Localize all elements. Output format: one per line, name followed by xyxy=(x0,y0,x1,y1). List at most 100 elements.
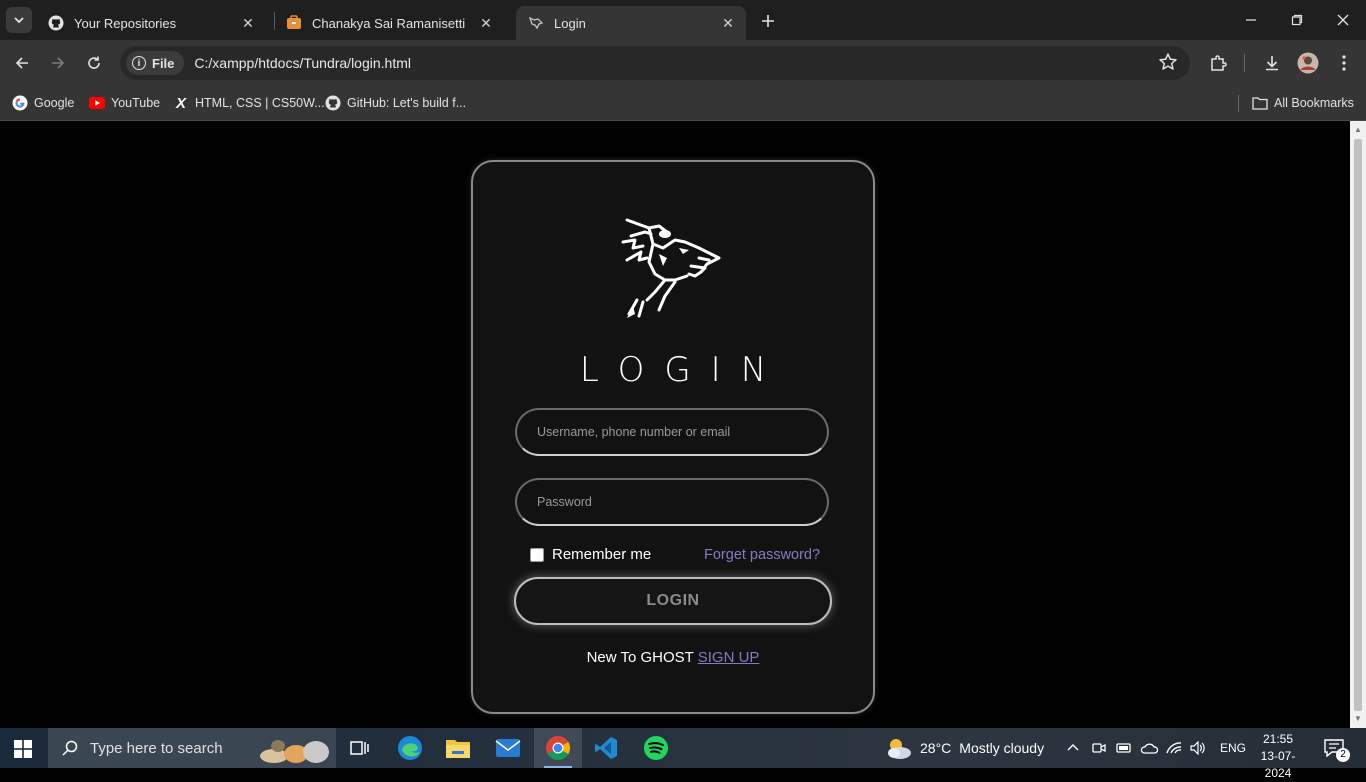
scroll-down-arrow-icon[interactable]: ▼ xyxy=(1353,714,1363,724)
minimize-icon xyxy=(1246,19,1256,21)
youtube-icon xyxy=(89,95,105,111)
volume-icon[interactable] xyxy=(1190,741,1206,755)
taskbar-file-explorer[interactable] xyxy=(434,728,482,768)
login-card: LOGIN Username, phone number or email Pa… xyxy=(471,160,875,714)
vscode-icon xyxy=(595,737,617,759)
username-input[interactable]: Username, phone number or email xyxy=(515,408,829,456)
chevron-down-icon xyxy=(14,17,24,24)
taskbar-edge[interactable] xyxy=(386,728,434,768)
github-icon xyxy=(325,95,341,111)
tab-login[interactable]: Login ✕ xyxy=(516,6,746,40)
scroll-up-arrow-icon[interactable]: ▲ xyxy=(1353,125,1363,135)
login-heading: LOGIN xyxy=(579,350,787,390)
spotify-icon xyxy=(644,736,668,760)
bookmark-star-button[interactable] xyxy=(1158,52,1178,77)
menu-button[interactable] xyxy=(1330,49,1358,77)
bookmark-google[interactable]: Google xyxy=(12,93,74,113)
reload-button[interactable] xyxy=(80,49,108,77)
all-bookmarks-button[interactable]: All Bookmarks xyxy=(1252,93,1354,113)
notification-count-badge: 2 xyxy=(1336,748,1350,762)
close-tab-icon[interactable]: ✕ xyxy=(238,13,258,33)
taskbar-chrome[interactable] xyxy=(534,728,582,768)
password-placeholder: Password xyxy=(537,495,592,509)
url-text[interactable]: C:/xampp/htdocs/Tundra/login.html xyxy=(194,55,411,71)
site-info-chip[interactable]: i File xyxy=(126,51,185,75)
extensions-button[interactable] xyxy=(1204,49,1232,77)
edge-icon xyxy=(398,736,422,760)
tab-your-repositories[interactable]: Your Repositories ✕ xyxy=(36,6,266,40)
bookmarks-bar: Google YouTube X HTML, CSS | CS50W... Gi… xyxy=(0,86,1366,121)
chevron-up-icon[interactable] xyxy=(1066,741,1080,755)
wolf-logo-icon xyxy=(621,218,721,318)
taskbar-vscode[interactable] xyxy=(582,728,630,768)
close-window-button[interactable] xyxy=(1320,0,1366,40)
login-button[interactable]: LOGIN xyxy=(514,577,832,625)
browser-toolbar: i File C:/xampp/htdocs/Tundra/login.html xyxy=(0,40,1366,86)
meet-now-icon[interactable] xyxy=(1092,741,1106,755)
tab-title: Login xyxy=(554,15,586,31)
system-tray: ENG xyxy=(1066,728,1246,768)
all-bookmarks-label: All Bookmarks xyxy=(1274,96,1354,110)
bookmark-label: HTML, CSS | CS50W... xyxy=(195,96,325,110)
taskbar-clock[interactable]: 21:55 13-07-2024 xyxy=(1250,731,1306,782)
back-button[interactable] xyxy=(8,49,36,77)
password-input[interactable]: Password xyxy=(515,478,829,526)
bookmark-cs50w[interactable]: X HTML, CSS | CS50W... xyxy=(173,93,325,113)
windows-taskbar: Type here to search 28°C Mostly cloudy E… xyxy=(0,728,1366,780)
forward-button[interactable] xyxy=(44,49,72,77)
cloudy-weather-icon xyxy=(888,739,911,759)
vertical-scrollbar[interactable]: ▲ ▼ xyxy=(1350,121,1366,728)
notification-center-button[interactable]: 2 xyxy=(1324,728,1350,768)
bookmark-label: YouTube xyxy=(111,96,161,110)
tab-chanakya[interactable]: Chanakya Sai Ramanisetti ✕ xyxy=(274,6,504,40)
signup-link[interactable]: SIGN UP xyxy=(698,649,760,666)
tab-title: Chanakya Sai Ramanisetti xyxy=(312,15,466,31)
new-tab-button[interactable] xyxy=(756,9,780,33)
tab-strip: Your Repositories ✕ Chanakya Sai Ramanis… xyxy=(0,0,1366,40)
taskbar-spotify[interactable] xyxy=(632,728,680,768)
restore-icon xyxy=(1291,14,1303,26)
remember-me-checkbox[interactable] xyxy=(530,547,544,562)
task-view-button[interactable] xyxy=(336,728,384,768)
folder-icon xyxy=(1252,95,1268,111)
language-indicator[interactable]: ENG xyxy=(1220,741,1246,755)
bookmark-github[interactable]: GitHub: Let's build f... xyxy=(325,93,466,113)
taskbar-mail[interactable] xyxy=(484,728,532,768)
bookmark-youtube[interactable]: YouTube xyxy=(89,93,160,113)
x-icon: X xyxy=(175,94,186,112)
info-icon: i xyxy=(132,56,146,70)
close-tab-icon[interactable]: ✕ xyxy=(476,13,496,33)
scrollbar-thumb[interactable] xyxy=(1354,139,1362,711)
tab-search-button[interactable] xyxy=(6,7,32,33)
profile-button[interactable] xyxy=(1294,49,1322,77)
folder-icon xyxy=(446,740,470,758)
address-bar[interactable]: i File C:/xampp/htdocs/Tundra/login.html xyxy=(120,46,1190,80)
clock-time: 21:55 xyxy=(1262,732,1294,746)
close-tab-icon[interactable]: ✕ xyxy=(718,13,738,33)
weather-widget[interactable]: 28°C Mostly cloudy xyxy=(884,728,1044,768)
remember-me-row: Remember me xyxy=(530,546,651,563)
close-icon xyxy=(1337,14,1349,26)
download-icon xyxy=(1266,56,1278,71)
taskbar-search-placeholder: Type here to search xyxy=(90,739,223,757)
restore-button[interactable] xyxy=(1274,0,1320,40)
downloads-button[interactable] xyxy=(1258,49,1286,77)
taskbar-search[interactable]: Type here to search xyxy=(48,728,336,768)
minimize-button[interactable] xyxy=(1228,0,1274,40)
username-placeholder: Username, phone number or email xyxy=(537,425,731,439)
toolbar-divider xyxy=(1244,54,1245,72)
mail-icon xyxy=(495,739,521,757)
forgot-password-link[interactable]: Forget password? xyxy=(704,547,820,563)
battery-icon[interactable] xyxy=(1116,741,1132,755)
wifi-icon[interactable] xyxy=(1166,741,1182,755)
remember-me-label[interactable]: Remember me xyxy=(552,546,651,563)
onedrive-icon[interactable] xyxy=(1140,741,1158,755)
bookmark-label: GitHub: Let's build f... xyxy=(347,96,467,110)
puzzle-icon xyxy=(1211,55,1227,71)
bookmarks-divider xyxy=(1238,95,1239,112)
avatar xyxy=(1297,52,1319,74)
search-highlight-icon xyxy=(260,740,329,763)
weather-temp: 28°C xyxy=(920,740,952,756)
start-button[interactable] xyxy=(14,740,32,763)
star-icon xyxy=(1159,53,1177,70)
